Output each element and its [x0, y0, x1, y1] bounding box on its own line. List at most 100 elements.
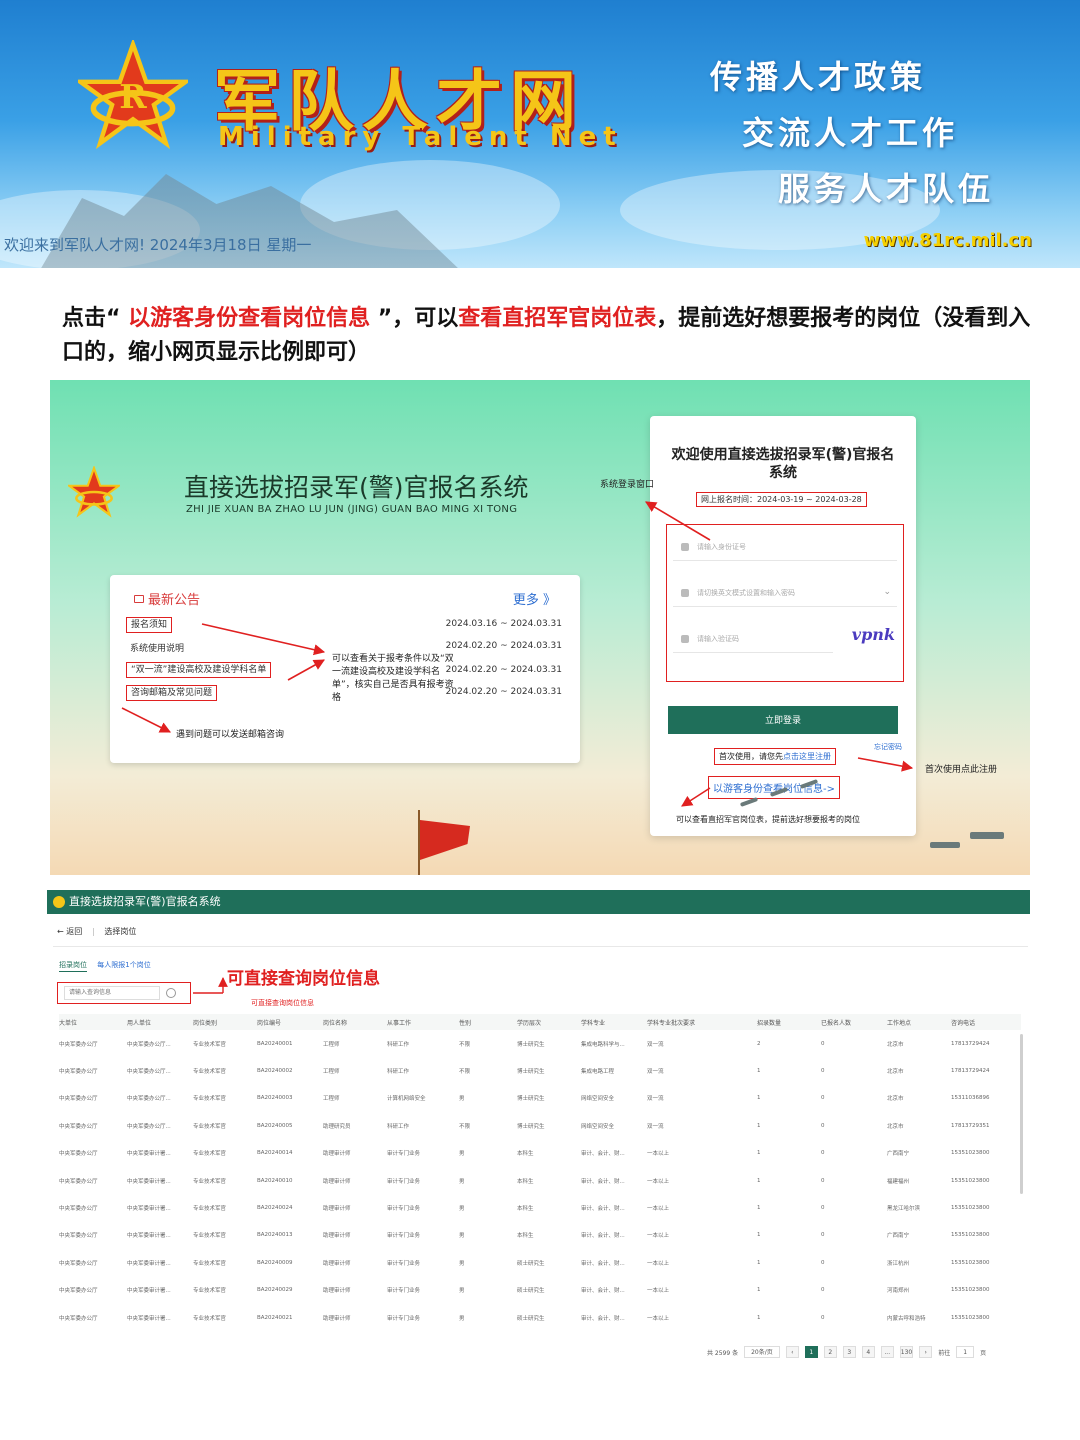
id-number-input[interactable]: 请输入身份证号: [673, 533, 897, 561]
table-cell: 15351023800: [951, 1205, 990, 1212]
goto-page-input[interactable]: 1: [956, 1346, 975, 1358]
table-cell: 中央军委审计署...: [127, 1288, 171, 1295]
table-cell: 中央军委办公厅: [59, 1233, 98, 1240]
notice-item-label: 报名须知: [126, 617, 173, 633]
positions-header-bar: 直接选拔招录军(警)官报名系统: [47, 890, 1030, 914]
page-size-select[interactable]: 20条/页: [744, 1346, 780, 1358]
search-box: [57, 982, 191, 1004]
table-cell: 0: [821, 1095, 825, 1102]
password-input[interactable]: 请切换英文模式设置和输入密码: [673, 579, 897, 607]
site-url: www.81rc.mil.cn: [863, 230, 1032, 251]
table-row[interactable]: 中央军委办公厅 中央军委办公厅... 专业技术军官 BA20240003 工程师 计算机网…: [59, 1085, 1021, 1112]
table-row[interactable]: 中央军委办公厅 中央军委审计署... 专业技术军官 BA20240029 助理审计师 审计…: [59, 1277, 1021, 1304]
table-cell: 北京市: [887, 1123, 904, 1130]
next-page-button[interactable]: ›: [919, 1346, 933, 1358]
page-button[interactable]: 4: [861, 1346, 875, 1358]
page-ellipsis[interactable]: ...: [880, 1346, 894, 1358]
table-cell: 双一流: [647, 1041, 664, 1048]
table-row[interactable]: 中央军委办公厅 中央军委审计署... 专业技术军官 BA20240024 助理审计师 审计…: [59, 1194, 1021, 1221]
table-row[interactable]: 中央军委办公厅 中央军委审计署... 专业技术军官 BA20240021 助理审计师 审计…: [59, 1304, 1021, 1331]
table-cell: 双一流: [647, 1123, 664, 1130]
table-cell: 专业技术军官: [193, 1151, 227, 1158]
search-input[interactable]: [64, 986, 160, 1000]
table-cell: 中央军委审计署...: [127, 1233, 171, 1240]
notice-item-label: 咨询邮箱及常见问题: [126, 685, 218, 701]
table-cell: 一本以上: [647, 1315, 670, 1322]
table-cell: 助理审计师: [323, 1233, 351, 1240]
flag-image: [420, 820, 470, 860]
notice-item[interactable]: 系统使用说明: [130, 641, 184, 654]
table-cell: 浙江杭州: [887, 1260, 910, 1267]
table-cell: 工程师: [323, 1041, 340, 1048]
table-cell: 1: [757, 1232, 761, 1239]
table-cell: 科研工作: [387, 1041, 410, 1048]
back-arrow-icon[interactable]: ←: [57, 927, 64, 936]
back-link[interactable]: 返回: [66, 927, 82, 936]
captcha-image[interactable]: vpnk: [852, 625, 895, 644]
table-row[interactable]: 中央军委办公厅 中央军委审计署... 专业技术军官 BA20240009 助理审计师 审计…: [59, 1249, 1021, 1276]
table-cell: BA20240024: [257, 1205, 293, 1212]
positions-page-screenshot: 直接选拔招录军(警)官报名系统 ← 返回 选择岗位 招录岗位 每人限报1个岗位 …: [47, 890, 1030, 1370]
forgot-password-link[interactable]: 忘记密码: [874, 742, 902, 752]
table-cell: 河南郑州: [887, 1288, 910, 1295]
notice-item[interactable]: 报名须知: [126, 617, 173, 633]
table-cell: 中央军委审计署...: [127, 1260, 171, 1267]
table-cell: 中央军委办公厅...: [127, 1041, 171, 1048]
table-cell: 硕士研究生: [517, 1260, 545, 1267]
tab-limit-note[interactable]: 每人限报1个岗位: [97, 961, 150, 969]
table-cell: 工程师: [323, 1069, 340, 1076]
table-row[interactable]: 中央军委办公厅 中央军委办公厅... 专业技术军官 BA20240005 助理研究员 科研…: [59, 1112, 1021, 1139]
table-cell: 中央军委办公厅: [59, 1288, 98, 1295]
table-row[interactable]: 中央军委办公厅 中央军委办公厅... 专业技术军官 BA20240002 工程师 科研工作…: [59, 1057, 1021, 1084]
tab-recruit-positions[interactable]: 招录岗位: [59, 961, 87, 972]
first-use-label: 首次使用，请您先: [719, 752, 783, 761]
page-button[interactable]: 2: [823, 1346, 837, 1358]
search-icon[interactable]: [166, 988, 176, 998]
table-cell: 中央军委审计署...: [127, 1151, 171, 1158]
table-cell: 专业技术军官: [193, 1260, 227, 1267]
table-cell: 专业技术军官: [193, 1069, 227, 1076]
table-row[interactable]: 中央军委办公厅 中央军委办公厅... 专业技术军官 BA20240001 工程师 科研工作…: [59, 1030, 1021, 1057]
page-button[interactable]: 130: [899, 1346, 914, 1358]
positions-table: 大单位 用人单位 岗位类别 岗位编号 岗位名称 从事工作 性别 学历层次 学科专业 学科专业批次要…: [59, 1014, 1021, 1331]
captcha-input[interactable]: 请输入验证码: [673, 625, 833, 653]
table-cell: 中央军委办公厅...: [127, 1096, 171, 1103]
page-button[interactable]: 3: [842, 1346, 856, 1358]
registration-time: 网上报名时间：2024-03-19 ~ 2024-03-28: [696, 492, 867, 507]
register-link[interactable]: 点击这里注册: [783, 752, 831, 761]
table-column-header: 已报名人数: [821, 1014, 887, 1030]
table-cell: 北京市: [887, 1096, 904, 1103]
notice-date: 2024.02.20 ~ 2024.03.31: [445, 687, 562, 697]
table-row[interactable]: 中央军委办公厅 中央军委审计署... 专业技术军官 BA20240014 助理审计师 审计…: [59, 1140, 1021, 1167]
table-cell: BA20240013: [257, 1232, 293, 1239]
slogan-line-2: 交流人才工作: [742, 114, 959, 152]
table-cell: 中央军委审计署...: [127, 1178, 171, 1185]
table-cell: 工程师: [323, 1096, 340, 1103]
table-cell: 0: [821, 1150, 825, 1157]
breadcrumb: ← 返回 选择岗位: [57, 926, 136, 937]
login-button[interactable]: 立即登录: [668, 706, 898, 734]
notice-item[interactable]: 咨询邮箱及常见问题: [126, 685, 218, 701]
site-banner: R 军队人才网 Military Talent Net 传播人才政策 交流人才工…: [0, 0, 1080, 268]
notice-item[interactable]: “双一流”建设高校及建设学科名单: [126, 662, 272, 678]
table-row[interactable]: 中央军委办公厅 中央军委审计署... 专业技术军官 BA20240013 助理审计师 审计…: [59, 1222, 1021, 1249]
table-scrollbar[interactable]: [1020, 1034, 1023, 1194]
table-cell: 15351023800: [951, 1314, 990, 1321]
prev-page-button[interactable]: ‹: [785, 1346, 799, 1358]
table-cell: 博士研究生: [517, 1041, 545, 1048]
table-cell: 男: [459, 1315, 465, 1322]
goto-unit: 页: [980, 1349, 987, 1357]
notice-more-link[interactable]: 更多 》: [513, 589, 556, 608]
note-email: 遇到问题可以发送邮箱咨询: [176, 730, 285, 740]
user-icon: [681, 543, 689, 551]
table-cell: 本科生: [517, 1151, 534, 1158]
page-button[interactable]: 1: [804, 1346, 818, 1358]
table-cell: 专业技术军官: [193, 1288, 227, 1295]
table-column-header: 岗位名称: [323, 1014, 387, 1030]
table-row[interactable]: 中央军委办公厅 中央军委审计署... 专业技术军官 BA20240010 助理审计师 审计…: [59, 1167, 1021, 1194]
table-column-header: 用人单位: [127, 1014, 193, 1030]
system-pinyin: ZHI JIE XUAN BA ZHAO LU JUN (JING) GUAN …: [186, 504, 518, 515]
table-cell: 助理审计师: [323, 1288, 351, 1295]
table-cell: 集成电路工程: [581, 1069, 615, 1076]
table-cell: 网络空间安全: [581, 1123, 615, 1130]
